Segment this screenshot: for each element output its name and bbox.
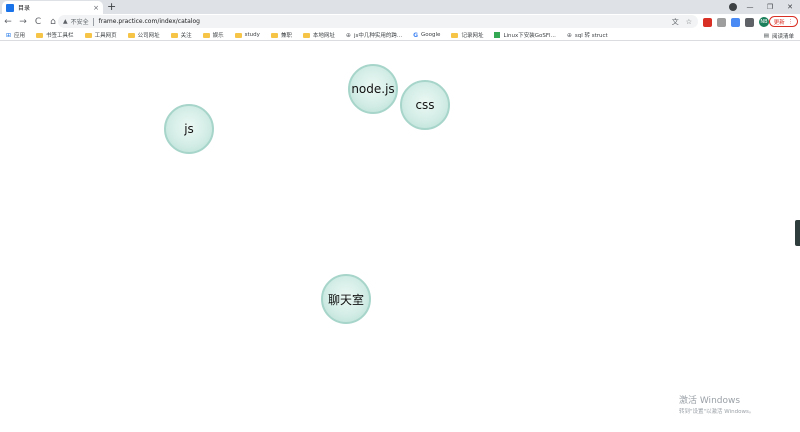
catalog-item-label: css: [415, 98, 435, 112]
media-control-icon[interactable]: [729, 3, 737, 11]
extension-red-icon[interactable]: [703, 17, 712, 27]
profile-avatar[interactable]: NB: [759, 17, 769, 27]
new-tab-button[interactable]: +: [107, 0, 116, 14]
folder-icon: [84, 32, 92, 38]
side-panel-handle[interactable]: [795, 220, 800, 246]
bookmarks-bar: ⊞ 应用 书签工具栏 工具网页 公司网址 关注 娱乐 study 兼职 本地网址 …: [0, 30, 800, 41]
extension-gray-icon[interactable]: [717, 17, 726, 27]
bookmark-link[interactable]: ⊕ sql 转 struct: [566, 31, 608, 40]
google-icon: G: [413, 31, 419, 39]
folder-icon: [270, 32, 278, 38]
catalog-item-nodejs[interactable]: node.js: [348, 64, 398, 114]
update-button[interactable]: 更新 ⋮: [769, 16, 798, 27]
folder-icon: [170, 32, 178, 38]
bookmark-folder[interactable]: 本地网址: [302, 31, 335, 39]
bookmark-folder[interactable]: 记录网址: [451, 31, 483, 39]
apps-icon: ⊞: [6, 31, 12, 39]
browser-toolbar: ← → C ⌂ ▲ 不安全 frame.practice.com/index/c…: [0, 14, 800, 30]
reload-button[interactable]: C: [31, 17, 45, 27]
watermark-title: 激活 Windows: [679, 396, 741, 406]
page-favicon-icon: [6, 3, 14, 12]
bookmark-apps[interactable]: ⊞ 应用: [6, 31, 25, 40]
catalog-item-css[interactable]: css: [400, 80, 450, 130]
more-menu-icon[interactable]: ⋮: [788, 19, 794, 25]
warning-icon[interactable]: ▲: [63, 18, 68, 25]
extension-icons: NB: [703, 16, 769, 28]
extension-blue-icon[interactable]: [731, 17, 740, 27]
windows-activation-watermark: 激活 Windows 转到"设置"以激活 Windows。: [679, 393, 754, 415]
folder-icon: [36, 32, 44, 38]
watermark-subtitle: 转到"设置"以激活 Windows。: [679, 409, 755, 415]
bookmark-folder[interactable]: 书签工具栏: [36, 31, 74, 39]
bookmark-folder[interactable]: 工具网页: [84, 31, 117, 39]
globe-icon: ⊕: [566, 31, 572, 39]
bookmark-folder[interactable]: 兼职: [270, 31, 292, 39]
tab-close-icon[interactable]: ×: [93, 4, 99, 12]
omnibox-actions: 文 ☆: [672, 15, 692, 28]
globe-icon: ⊕: [345, 31, 351, 39]
security-label[interactable]: 不安全: [71, 17, 89, 26]
catalog-item-label: node.js: [351, 82, 395, 96]
folder-icon: [234, 32, 242, 38]
close-window-button[interactable]: ✕: [784, 3, 796, 11]
restore-button[interactable]: ❐: [764, 3, 776, 11]
catalog-item-js[interactable]: js: [164, 104, 214, 154]
window-controls: — ❐ ✕: [744, 0, 796, 14]
reading-list-icon: ▤: [763, 32, 769, 39]
reading-list-button[interactable]: ▤ 阅读清单: [764, 30, 794, 41]
catalog-item-chatroom[interactable]: 聊天室: [321, 274, 371, 324]
tab-title: 目录: [18, 5, 31, 12]
bookmark-link[interactable]: ⊕ js中几种实用的跨...: [345, 31, 402, 40]
translate-icon[interactable]: 文: [672, 17, 679, 27]
folder-icon: [202, 32, 210, 38]
green-site-icon: [494, 32, 501, 38]
bookmark-link[interactable]: Linux下安装GoSFl...: [494, 31, 556, 39]
bookmark-folder[interactable]: 关注: [170, 31, 192, 39]
folder-icon: [127, 32, 135, 38]
minimize-button[interactable]: —: [744, 3, 756, 11]
back-button[interactable]: ←: [1, 17, 15, 27]
url-text[interactable]: frame.practice.com/index/catalog: [99, 18, 200, 25]
bookmark-star-icon[interactable]: ☆: [686, 18, 692, 26]
omnibox-divider: [92, 17, 94, 26]
folder-icon: [302, 32, 310, 38]
update-label: 更新: [773, 19, 785, 26]
tab-strip: 目录 × + — ❐ ✕: [0, 0, 800, 14]
catalog-item-label: js: [184, 122, 194, 136]
bookmark-folder[interactable]: 公司网址: [127, 31, 160, 39]
address-bar[interactable]: ▲ 不安全 frame.practice.com/index/catalog 文…: [58, 15, 698, 28]
bookmark-folder[interactable]: study: [234, 32, 260, 38]
forward-button[interactable]: →: [16, 17, 30, 27]
catalog-item-label: 聊天室: [327, 292, 364, 307]
folder-icon: [451, 32, 459, 38]
tab-catalog[interactable]: 目录 ×: [2, 1, 103, 14]
bookmark-folder[interactable]: 娱乐: [202, 31, 224, 39]
catalog-page: node.js css js 聊天室 激活 Windows 转到"设置"以激活 …: [0, 42, 800, 432]
extensions-puzzle-icon[interactable]: [745, 17, 754, 27]
bookmark-google[interactable]: G Google: [413, 32, 440, 39]
